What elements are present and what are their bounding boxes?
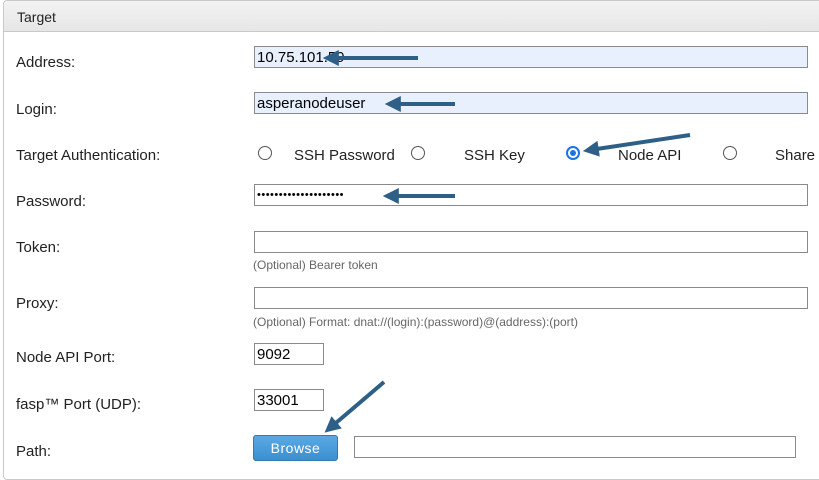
radio-label-share: Share [775,147,816,164]
address-label: Address: [16,54,76,71]
address-field[interactable] [254,46,808,68]
login-field[interactable] [254,92,808,114]
password-label: Password: [16,193,87,210]
panel-title: Target [17,9,56,25]
fasp-port-field[interactable] [254,389,324,411]
radio-share[interactable] [723,146,737,160]
path-label: Path: [16,443,52,460]
proxy-field[interactable] [254,287,808,309]
token-label: Token: [16,239,61,256]
radio-label-ssh-key: SSH Key [464,147,525,164]
password-field[interactable] [254,184,808,206]
fasp-port-label: fasp™ Port (UDP): [16,396,142,413]
node-api-port-field[interactable] [254,343,324,365]
token-field[interactable] [254,231,808,253]
node-api-port-label: Node API Port: [16,349,116,366]
radio-label-ssh-password: SSH Password [294,147,395,164]
radio-ssh-password[interactable] [258,146,272,160]
radio-node-api[interactable] [566,146,580,160]
radio-label-node-api: Node API [618,147,682,164]
proxy-hint: (Optional) Format: dnat://(login):(passw… [253,315,578,329]
token-hint: (Optional) Bearer token [253,258,378,272]
proxy-label: Proxy: [16,295,59,312]
login-label: Login: [16,101,57,118]
radio-ssh-key[interactable] [411,146,425,160]
browse-button[interactable]: Browse [253,435,338,461]
path-field[interactable] [354,436,796,458]
panel-header: Target [4,1,819,32]
target-auth-label: Target Authentication: [16,147,161,164]
